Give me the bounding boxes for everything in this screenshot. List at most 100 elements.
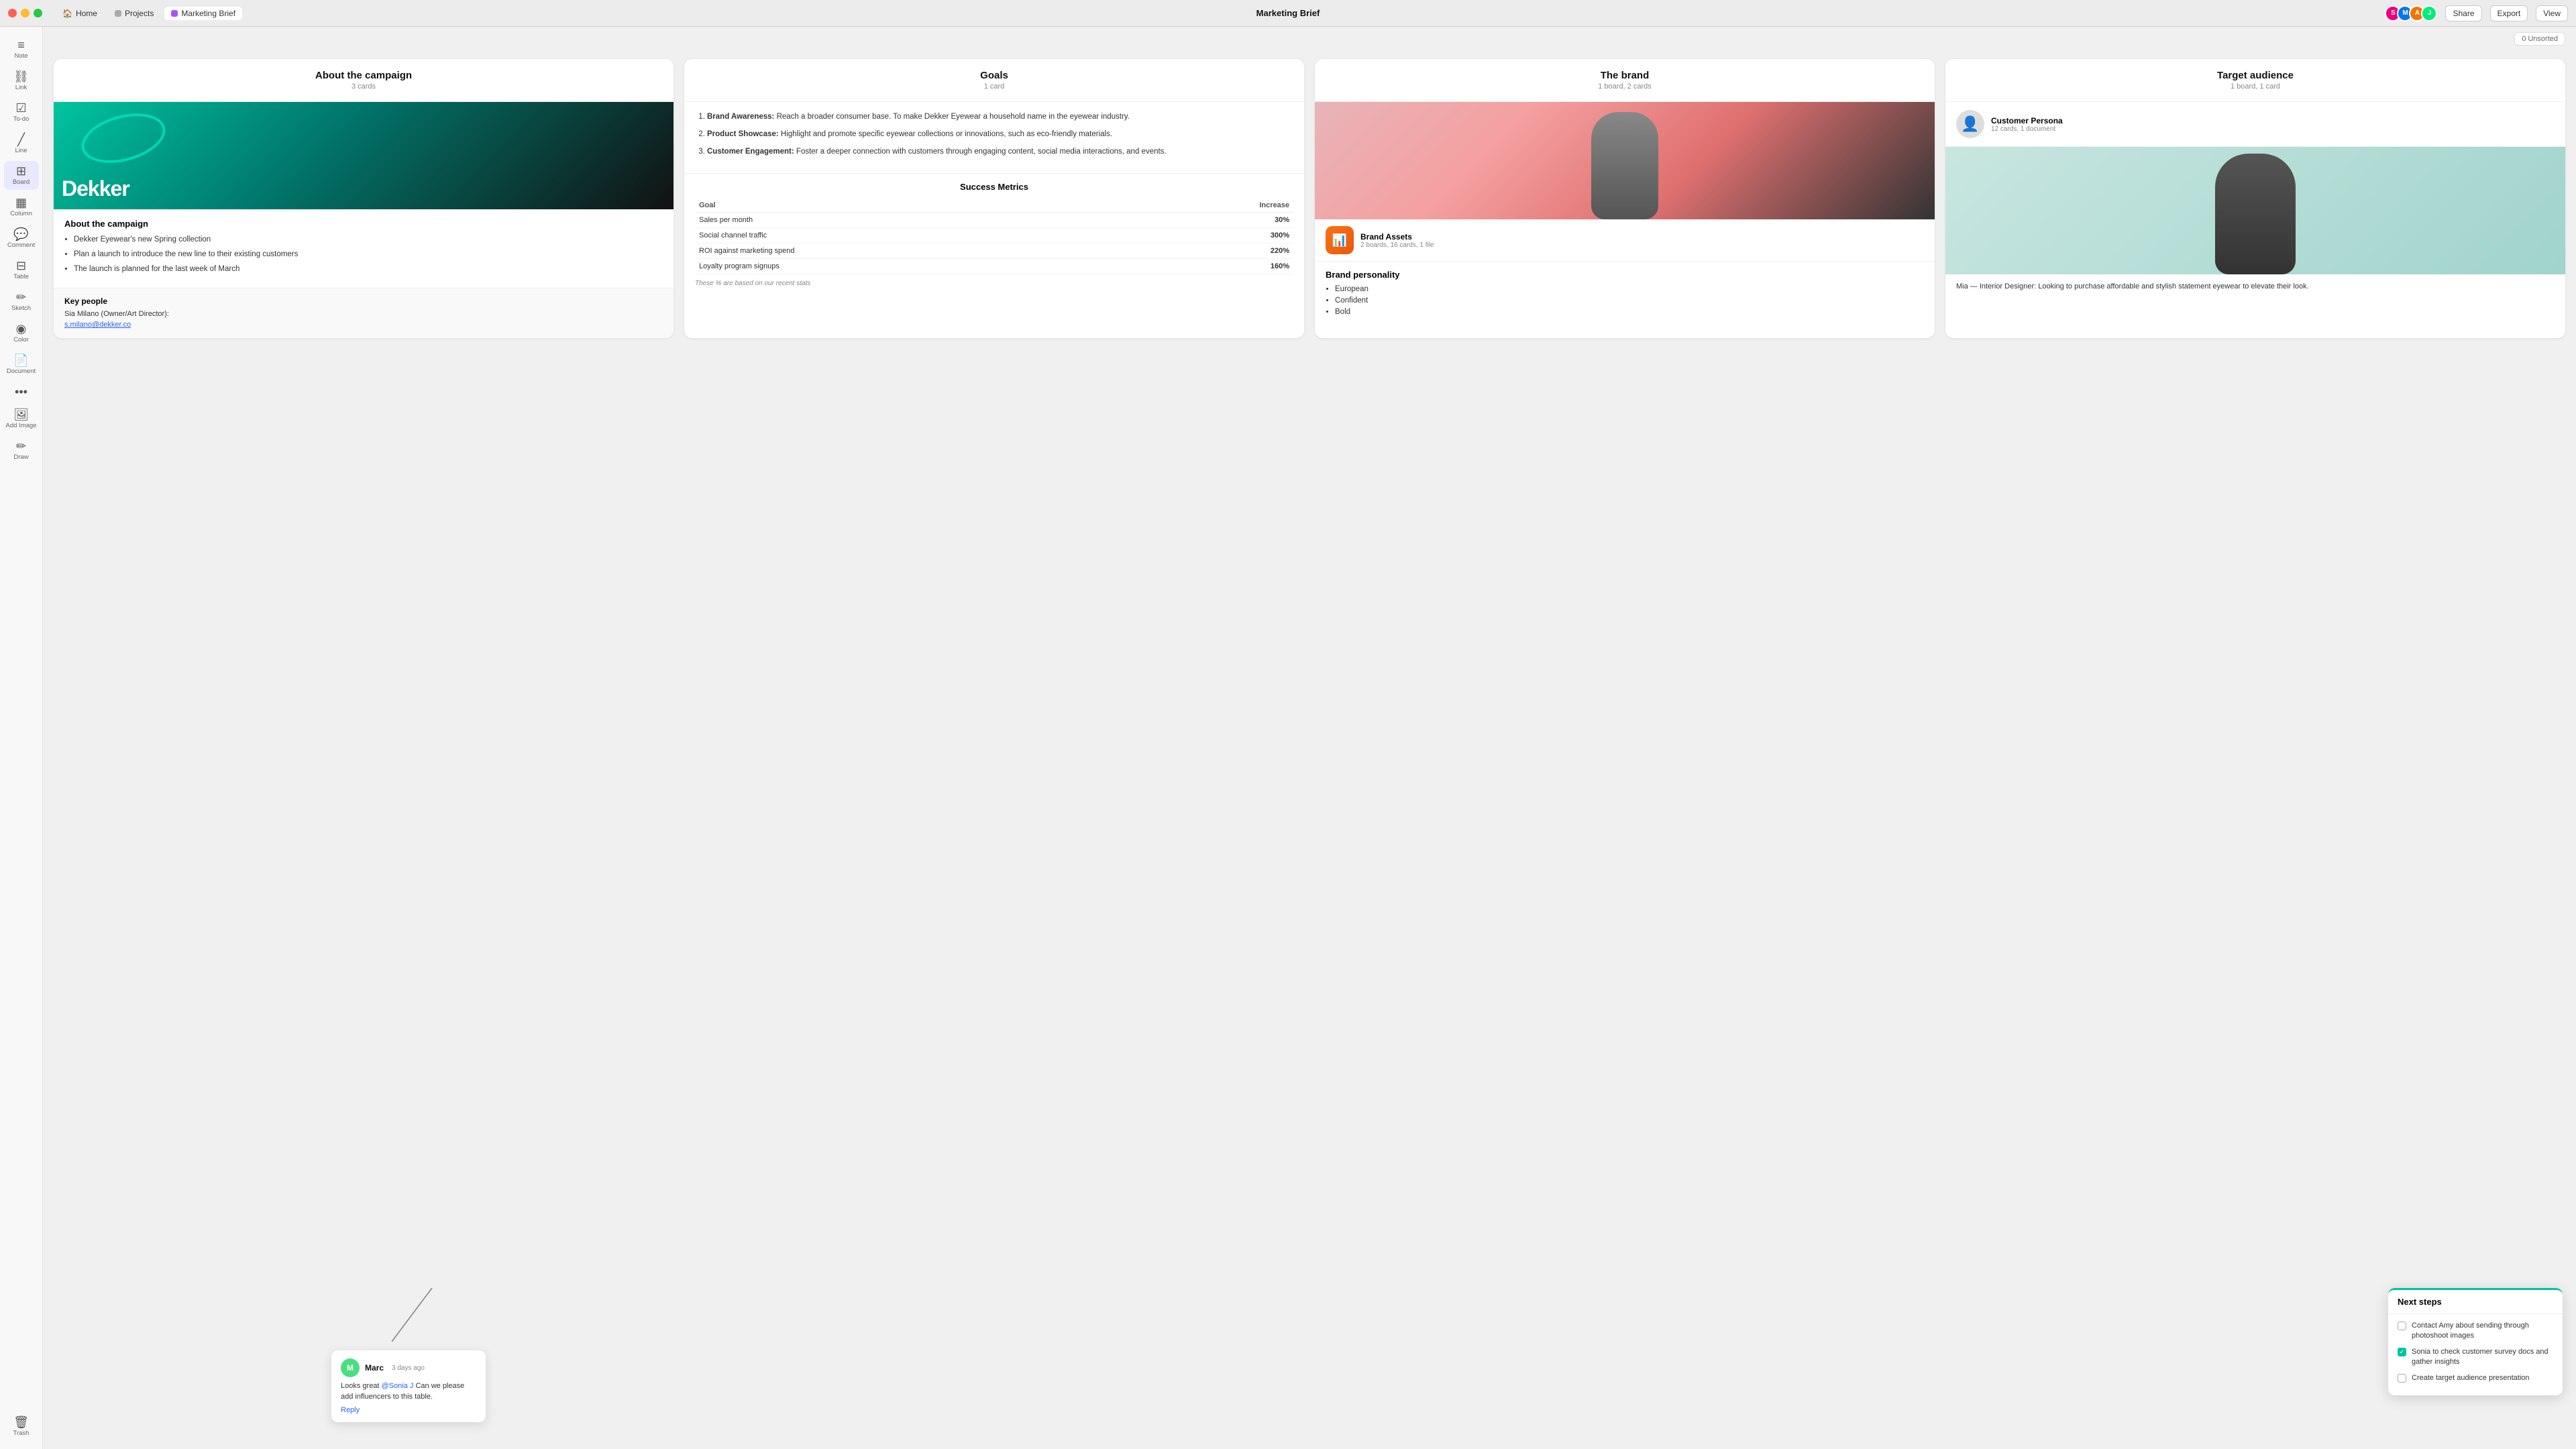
tab-projects[interactable]: Projects	[108, 7, 160, 20]
table-row: Loyalty program signups 160%	[695, 259, 1293, 274]
card-goals-title: Goals	[695, 70, 1293, 81]
avatar-4: J	[2421, 5, 2437, 21]
note-icon: ≡	[17, 39, 25, 51]
traffic-lights	[8, 9, 42, 17]
next-step-text-1: Contact Amy about sending through photos…	[2412, 1321, 2553, 1342]
sidebar-item-line[interactable]: ╱ Line	[4, 129, 39, 158]
sidebar-item-board[interactable]: ⊞ Board	[4, 161, 39, 190]
next-step-item-3: Create target audience presentation	[2398, 1373, 2553, 1383]
titlebar: 🏠 Home Projects Marketing Brief Marketin…	[0, 0, 2576, 27]
card-goals: Goals 1 card Brand Awareness: Reach a br…	[684, 59, 1304, 338]
connector-line	[392, 1288, 445, 1342]
brand-assets-subtitle: 2 boards, 16 cards, 1 file	[1360, 241, 1434, 249]
list-item: Bold	[1335, 308, 1924, 316]
sidebar-label-document: Document	[7, 368, 36, 375]
comment-reply-button[interactable]: Reply	[341, 1406, 476, 1414]
draw-icon: ✏	[16, 440, 26, 452]
share-button[interactable]: Share	[2445, 5, 2481, 21]
minimize-button[interactable]	[21, 9, 30, 17]
card-target-audience-header: Target audience 1 board, 1 card	[1945, 59, 2565, 102]
sidebar-item-add-image[interactable]: 🖼 Add Image	[4, 405, 39, 433]
card-brand-subtitle: 1 board, 2 cards	[1326, 83, 1924, 91]
metric-increase-2: 300%	[1133, 228, 1293, 244]
sidebar-item-column[interactable]: ▦ Column	[4, 193, 39, 221]
metric-goal-2: Social channel traffic	[695, 228, 1133, 244]
sidebar-item-todo[interactable]: ☑ To-do	[4, 98, 39, 127]
window-title: Marketing Brief	[1256, 8, 1320, 18]
card-goals-header: Goals 1 card	[684, 59, 1304, 102]
card-target-audience-title: Target audience	[1956, 70, 2555, 81]
goal-text-1: Reach a broader consumer base. To make D…	[777, 113, 1130, 121]
column-icon: ▦	[15, 197, 27, 209]
persona-desc-text: Mia — Interior Designer: Looking to purc…	[1956, 282, 2309, 290]
sidebar-label-note: Note	[14, 52, 28, 60]
persona-image	[1945, 147, 2565, 274]
next-step-checkbox-1[interactable]	[2398, 1322, 2406, 1330]
sidebar-item-sketch[interactable]: ✏ Sketch	[4, 287, 39, 316]
about-section-title: About the campaign	[64, 219, 663, 229]
tab-home[interactable]: 🏠 Home	[56, 7, 104, 20]
sidebar-item-comment[interactable]: 💬 Comment	[4, 224, 39, 253]
sidebar-label-column: Column	[10, 210, 32, 217]
trash-icon: 🗑	[13, 1416, 29, 1428]
sidebar-label-link: Link	[15, 84, 27, 91]
brand-assets-info: Brand Assets 2 boards, 16 cards, 1 file	[1360, 232, 1434, 249]
sidebar-item-color[interactable]: ◉ Color	[4, 319, 39, 347]
close-button[interactable]	[8, 9, 17, 17]
comment-mention[interactable]: @Sonia J	[382, 1382, 414, 1390]
tab-marketing-brief[interactable]: Marketing Brief	[164, 7, 242, 20]
persona-avatar: 👤	[1956, 110, 1984, 138]
table-row: Sales per month 30%	[695, 213, 1293, 228]
comment-text: Looks great @Sonia J Can we please add i…	[341, 1381, 476, 1402]
goal-title-3: Customer Engagement:	[707, 148, 794, 156]
titlebar-tabs: 🏠 Home Projects Marketing Brief	[56, 7, 242, 20]
metrics-title: Success Metrics	[695, 182, 1293, 192]
next-step-checkbox-2[interactable]	[2398, 1348, 2406, 1356]
sidebar-item-document[interactable]: 📄 Document	[4, 350, 39, 379]
table-row: ROI against marketing spend 220%	[695, 244, 1293, 259]
content-area: 0 Unsorted About the campaign 3 cards De…	[43, 27, 2576, 1449]
view-button[interactable]: View	[2536, 5, 2568, 21]
brand-personality-list: European Confident Bold	[1326, 285, 1924, 316]
sidebar-item-note[interactable]: ≡ Note	[4, 35, 39, 64]
main-layout: ≡ Note ⛓ Link ☑ To-do ╱ Line ⊞ Board ▦ C…	[0, 27, 2576, 1449]
brand-assets-row[interactable]: 📊 Brand Assets 2 boards, 16 cards, 1 fil…	[1315, 219, 1935, 262]
customer-persona-row[interactable]: 👤 Customer Persona 12 cards, 1 document	[1945, 102, 2565, 147]
export-button[interactable]: Export	[2490, 5, 2528, 21]
sidebar-label-draw: Draw	[13, 453, 28, 461]
list-item: Dekker Eyewear's new Spring collection	[74, 234, 663, 245]
metrics-note: These % are based on our recent stats	[695, 280, 1293, 287]
sidebar-item-table[interactable]: ⊟ Table	[4, 256, 39, 284]
card-about-campaign-title: About the campaign	[64, 70, 663, 81]
goals-list: Brand Awareness: Reach a broader consume…	[684, 102, 1304, 173]
comment-avatar: M	[341, 1358, 360, 1377]
sidebar-label-comment: Comment	[7, 241, 35, 249]
next-steps-overlay: Next steps Contact Amy about sending thr…	[2388, 1288, 2563, 1395]
next-steps-header: Next steps	[2388, 1290, 2563, 1314]
metric-goal-1: Sales per month	[695, 213, 1133, 228]
card-brand-title: The brand	[1326, 70, 1924, 81]
sidebar-item-more[interactable]: •••	[4, 382, 39, 402]
next-step-item-2: Sonia to check customer survey docs and …	[2398, 1347, 2553, 1368]
goal-text-2: Highlight and promote specific eyewear c…	[781, 130, 1112, 138]
sidebar-item-link[interactable]: ⛓ Link	[4, 66, 39, 95]
brand-figure	[1591, 112, 1658, 219]
sidebar-item-draw[interactable]: ✏ Draw	[4, 436, 39, 465]
comment-icon: 💬	[13, 228, 28, 240]
brand-image	[1315, 102, 1935, 219]
key-people-title: Key people	[64, 297, 663, 306]
cards-grid: About the campaign 3 cards Dekker About …	[54, 59, 2565, 338]
tab-projects-label: Projects	[125, 9, 154, 18]
sidebar-item-trash[interactable]: 🗑 Trash	[4, 1412, 39, 1441]
table-row: Social channel traffic 300%	[695, 228, 1293, 244]
sidebar-label-todo: To-do	[13, 115, 30, 123]
brand-assets-title: Brand Assets	[1360, 232, 1434, 241]
key-person-email[interactable]: s.milano@dekker.co	[64, 321, 131, 329]
brand-personality-title: Brand personality	[1326, 270, 1924, 280]
comment-author: Marc	[365, 1363, 384, 1373]
metric-increase-3: 220%	[1133, 244, 1293, 259]
brand-personality-section: Brand personality European Confident Bol…	[1315, 262, 1935, 327]
about-campaign-body: About the campaign Dekker Eyewear's new …	[54, 209, 674, 288]
next-step-checkbox-3[interactable]	[2398, 1374, 2406, 1383]
maximize-button[interactable]	[34, 9, 42, 17]
